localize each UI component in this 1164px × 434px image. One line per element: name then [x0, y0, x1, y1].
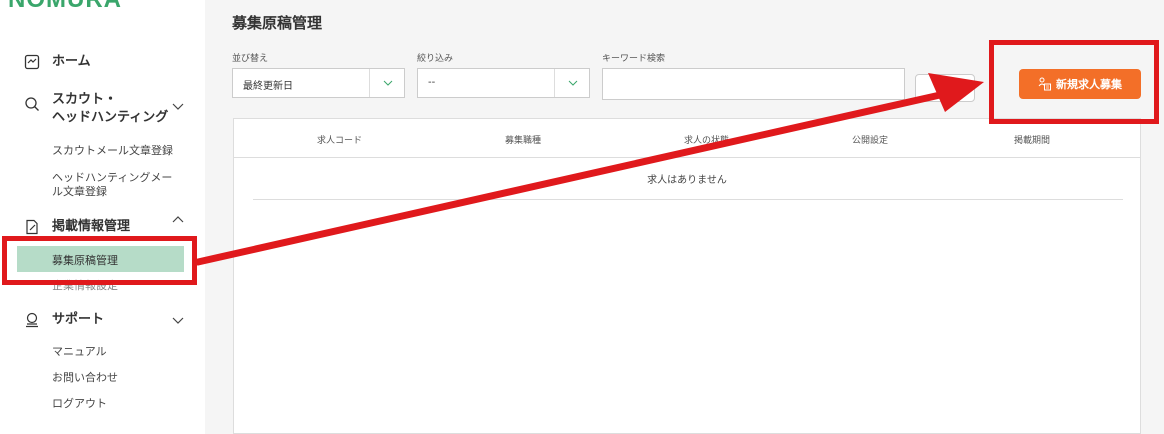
sidebar-subitem-contact[interactable]: お問い合わせ — [52, 371, 118, 385]
sidebar-subitem-manual[interactable]: マニュアル — [52, 345, 107, 359]
sidebar-subitem-logout[interactable]: ログアウト — [52, 397, 107, 411]
sidebar: NOMURA ホーム スカウト・ ヘッドハンティング スカウトメール文章登録 ヘ… — [0, 0, 205, 434]
sidebar-item-scout-label-2: ヘッドハンティング — [52, 110, 169, 125]
sidebar-subitem-scout-mail[interactable]: スカウトメール文章登録 — [52, 144, 173, 158]
search-button[interactable]: 検索 — [915, 74, 975, 102]
keyword-label: キーワード検索 — [602, 54, 666, 64]
filter-label: 絞り込み — [417, 54, 454, 64]
document-edit-icon — [26, 219, 38, 235]
chevron-down-icon — [383, 80, 393, 86]
sort-select[interactable]: 最終更新日 — [232, 68, 405, 98]
chevron-down-icon[interactable] — [172, 314, 184, 326]
search-icon — [25, 97, 39, 111]
sidebar-subitem-headhunt-line-1[interactable]: ヘッドハンティングメー — [52, 171, 172, 185]
sidebar-item-listing-label: 掲載情報管理 — [52, 219, 131, 234]
divider — [234, 157, 1140, 158]
sidebar-subitem-headhunt-line-2[interactable]: ル文章登録 — [52, 185, 107, 199]
sidebar-item-support-label: サポート — [52, 312, 105, 327]
column-header[interactable]: 掲載期間 — [1014, 133, 1050, 146]
logo: NOMURA — [8, 0, 122, 14]
job-table: 求人コード 募集職種 求人の状態 公開設定 掲載期間 求人はありません — [233, 118, 1141, 434]
highlight-box-new-button — [989, 40, 1159, 124]
chevron-up-icon[interactable] — [172, 214, 184, 226]
sidebar-item-home-label: ホーム — [52, 54, 91, 69]
divider — [253, 199, 1123, 200]
column-header[interactable]: 求人の状態 — [684, 133, 729, 146]
sort-select-value: 最終更新日 — [243, 81, 293, 92]
sidebar-item-scout-label-1: スカウト・ — [52, 92, 118, 107]
keyword-input[interactable] — [602, 68, 905, 100]
sort-label: 並び替え — [232, 54, 269, 64]
page-title: 募集原稿管理 — [232, 14, 323, 32]
column-header[interactable]: 募集職種 — [505, 133, 541, 146]
chevron-down-icon[interactable] — [172, 100, 184, 112]
empty-message: 求人はありません — [647, 175, 727, 186]
column-header[interactable]: 公開設定 — [852, 133, 888, 146]
column-header[interactable]: 求人コード — [317, 133, 362, 146]
highlight-box-sidebar — [2, 236, 197, 285]
support-icon — [26, 312, 38, 328]
home-icon — [24, 54, 40, 70]
select-divider — [369, 69, 370, 97]
filter-select[interactable]: -- — [417, 68, 590, 98]
select-divider — [554, 69, 555, 97]
chevron-down-icon — [568, 80, 578, 86]
filter-select-value: -- — [428, 77, 436, 88]
